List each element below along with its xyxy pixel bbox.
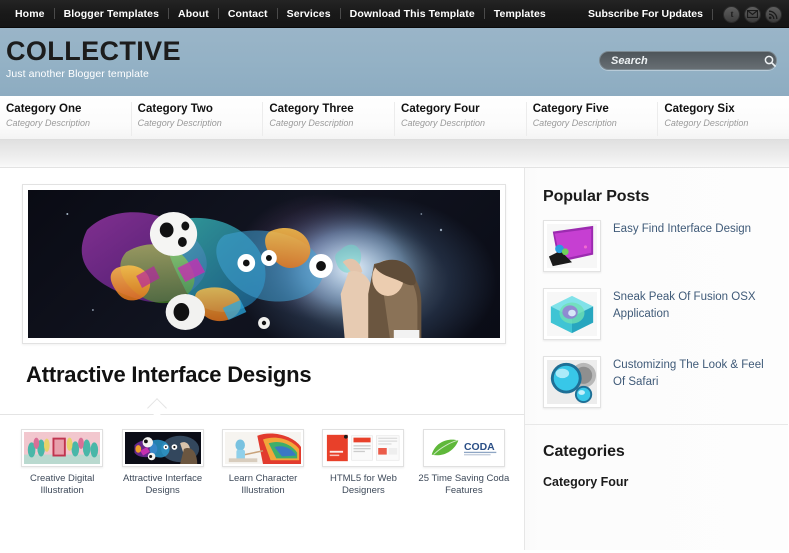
- page-body: Attractive Interface Designs Creative Di…: [0, 168, 789, 550]
- nav-link-blogger-templates[interactable]: Blogger Templates: [55, 8, 168, 20]
- featured-post-image[interactable]: [28, 190, 500, 338]
- artwork-illustration: [66, 200, 446, 338]
- category-description: Category Description: [6, 117, 91, 128]
- popular-post-thumbnail-frame[interactable]: [543, 288, 601, 340]
- thumbnail-frame[interactable]: [21, 429, 104, 467]
- svg-text:t: t: [730, 9, 733, 19]
- popular-post-title[interactable]: Sneak Peak Of Fusion OSX Application: [613, 288, 774, 340]
- svg-text:CODA: CODA: [464, 442, 495, 453]
- popular-post-title[interactable]: Easy Find Interface Design: [613, 220, 751, 272]
- nav-link-templates[interactable]: Templates: [485, 8, 555, 20]
- category-nav-item-two[interactable]: Category Two Category Description: [130, 101, 263, 136]
- category-title: Category Three: [269, 102, 354, 115]
- nav-link-home[interactable]: Home: [6, 8, 54, 20]
- category-nav-item-five[interactable]: Category Five Category Description: [525, 101, 658, 136]
- category-title: Category Five: [532, 102, 609, 115]
- thumbnail-item[interactable]: Attractive Interface Designs: [112, 429, 212, 497]
- thumbnail-image-learn-character-illustration: [225, 432, 302, 464]
- popular-post-thumbnail-easy-find-interface-design: [547, 224, 597, 268]
- popular-post-item[interactable]: Easy Find Interface Design: [543, 220, 774, 272]
- main-content-column: Attractive Interface Designs Creative Di…: [0, 168, 525, 550]
- categories-heading: Categories: [543, 443, 625, 460]
- featured-post-title[interactable]: Attractive Interface Designs: [26, 362, 524, 388]
- thumbnail-caption: 25 Time Saving Coda Features: [418, 473, 510, 497]
- popular-post-title[interactable]: Customizing The Look & Feel Of Safari: [613, 356, 774, 408]
- thumbnail-frame[interactable]: [322, 429, 405, 467]
- category-title: Category One: [6, 102, 82, 115]
- category-nav-item-six[interactable]: Category Six Category Description: [657, 101, 789, 136]
- thumbnail-item[interactable]: CODA 25 Time Saving Coda Features: [414, 429, 514, 497]
- category-navigation: Category One Category Description Catego…: [0, 96, 789, 140]
- category-nav-item-three[interactable]: Category Three Category Description: [262, 101, 394, 136]
- nav-link-about[interactable]: About: [169, 8, 218, 20]
- thumbnail-caption: Creative Digital Illustration: [29, 473, 95, 497]
- thumbnail-image-coda-features: CODA: [425, 432, 502, 464]
- top-bar-right: Subscribe For Updates t: [588, 0, 782, 28]
- category-title: Category Four: [401, 102, 480, 115]
- subscribe-link[interactable]: Subscribe For Updates: [588, 8, 712, 20]
- thumbnail-frame[interactable]: CODA: [422, 429, 505, 467]
- sidebar-category-item-four[interactable]: Category Four: [543, 475, 774, 489]
- nav-link-contact[interactable]: Contact: [219, 8, 277, 20]
- nav-divider: [712, 8, 713, 20]
- thumbnail-image-html5-for-web-designers: [325, 432, 402, 464]
- category-description: Category Description: [269, 117, 354, 128]
- popular-post-thumbnail-customizing-safari: [547, 360, 597, 404]
- twitter-icon[interactable]: t: [723, 5, 740, 23]
- categories-widget: Categories Category Four: [525, 425, 788, 489]
- thumbnail-item[interactable]: Creative Digital Illustration: [12, 429, 112, 497]
- search-icon[interactable]: [764, 55, 785, 67]
- category-title: Category Six: [664, 102, 735, 115]
- thumbnail-caption: Learn Character Illustration: [228, 473, 298, 497]
- popular-posts-heading: Popular Posts: [543, 188, 650, 205]
- section-separator-band: [0, 140, 789, 168]
- top-navigation-bar: Home Blogger Templates About Contact Ser…: [0, 0, 789, 28]
- popular-post-thumbnail-frame[interactable]: [543, 356, 601, 408]
- thumbnail-caption: HTML5 for Web Designers: [329, 473, 397, 497]
- nav-link-services[interactable]: Services: [278, 8, 340, 20]
- category-description: Category Description: [532, 117, 617, 128]
- sidebar: Popular Posts Easy Find Interface Design…: [525, 168, 788, 550]
- category-nav-item-one[interactable]: Category One Category Description: [0, 102, 131, 136]
- thumbnail-item[interactable]: HTML5 for Web Designers: [313, 429, 413, 497]
- search-input[interactable]: [600, 54, 764, 67]
- popular-post-thumbnail-frame[interactable]: [543, 220, 601, 272]
- thumbnail-image-attractive-interface-designs: [124, 432, 201, 464]
- search-box[interactable]: [599, 51, 777, 70]
- category-title: Category Two: [137, 102, 213, 115]
- site-header: COLLECTIVE Just another Blogger template: [0, 28, 789, 96]
- rss-icon[interactable]: [765, 5, 782, 23]
- thumbnail-item[interactable]: Learn Character Illustration: [213, 429, 313, 497]
- category-description: Category Description: [664, 117, 749, 128]
- popular-posts-list: Easy Find Interface Design Sneak Peak Of…: [543, 220, 774, 408]
- featured-image-frame[interactable]: [22, 184, 506, 344]
- thumbnail-caption: Attractive Interface Designs: [123, 473, 203, 497]
- thumbnail-frame[interactable]: [222, 429, 305, 467]
- nav-link-download-this-template[interactable]: Download This Template: [341, 8, 484, 20]
- popular-post-item[interactable]: Customizing The Look & Feel Of Safari: [543, 356, 774, 408]
- thumbnail-frame[interactable]: [121, 429, 204, 467]
- top-nav-links: Home Blogger Templates About Contact Ser…: [0, 8, 555, 20]
- email-icon[interactable]: [744, 5, 761, 23]
- popular-posts-widget: Popular Posts Easy Find Interface Design…: [525, 168, 788, 408]
- category-description: Category Description: [137, 117, 222, 128]
- section-arrow-divider: [0, 404, 524, 415]
- thumbnail-image-creative-digital-illustration: [24, 432, 101, 464]
- popular-post-thumbnail-sneak-peak-fusion-osx: [547, 292, 597, 336]
- category-description: Category Description: [401, 117, 486, 128]
- related-thumbnails-row: Creative Digital Illustration Attractive…: [0, 415, 524, 497]
- category-nav-item-four[interactable]: Category Four Category Description: [394, 101, 526, 136]
- site-tagline: Just another Blogger template: [6, 68, 149, 81]
- popular-post-item[interactable]: Sneak Peak Of Fusion OSX Application: [543, 288, 774, 340]
